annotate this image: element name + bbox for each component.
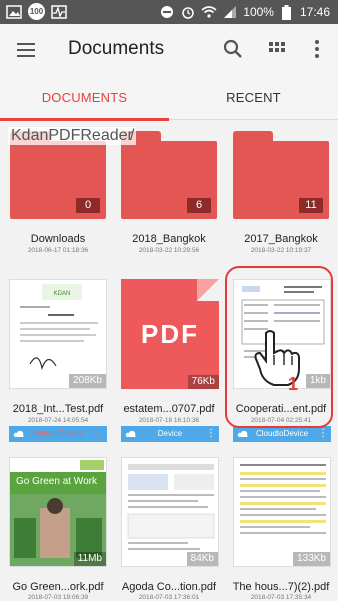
folder-count: 11: [299, 198, 323, 213]
file-name: The hous...7)(2).pdf: [232, 581, 330, 593]
file-size: 76Kb: [187, 375, 219, 389]
tap-hand-icon: [252, 329, 308, 387]
document-preview-icon: KDAN: [20, 284, 98, 371]
grid-view-icon[interactable]: [264, 36, 290, 62]
storage-badge[interactable]: CloudtoDevice ⋮: [233, 426, 331, 442]
path-overlay: /: [130, 127, 135, 144]
battery-icon: [279, 4, 295, 20]
storage-label: Device: [157, 429, 183, 438]
storage-badge[interactable]: Device ⋮: [121, 426, 219, 442]
file-size: 208Kb: [69, 374, 106, 388]
cloud-icon: [13, 428, 25, 440]
folder-count: 6: [187, 198, 211, 213]
dnd-icon: [159, 4, 175, 20]
file-name: Go Green...ork.pdf: [12, 581, 104, 593]
cloud-icon: [125, 428, 137, 440]
image-icon: [6, 4, 22, 20]
document-preview-icon: [10, 458, 106, 566]
notification-count-icon: 100: [28, 3, 45, 20]
file-thumbnail[interactable]: PDF 76Kb: [121, 279, 219, 389]
file-date: 2018-07-03 17:35:34: [250, 594, 312, 601]
signal-icon: [222, 4, 238, 20]
file-thumbnail[interactable]: 84Kb: [121, 457, 219, 567]
clock: 17:46: [299, 5, 330, 19]
storage-label: LastestDevice: [32, 429, 84, 438]
tab-bar: DOCUMENTS RECENT: [0, 76, 338, 120]
file-date: 2018-07-03 19:06:39: [27, 594, 89, 601]
file-size: 84Kb: [186, 552, 218, 566]
tab-documents[interactable]: DOCUMENTS: [0, 76, 169, 120]
alarm-icon: [180, 4, 196, 20]
pulse-icon: [51, 4, 67, 20]
app-bar: Documents: [0, 24, 338, 76]
more-vert-icon[interactable]: ⋮: [206, 426, 216, 442]
tab-recent[interactable]: RECENT: [169, 76, 338, 120]
folder-name: 2018_Bangkok: [132, 233, 206, 245]
search-icon[interactable]: [220, 36, 246, 62]
folder-2017-bangkok[interactable]: 11: [233, 131, 329, 221]
folder-date: 2018-03-22 10:19:37: [250, 247, 312, 254]
documents-grid: 0 6 11 KdanPDFReader / Downloads 2018-06…: [0, 121, 338, 601]
more-vert-icon[interactable]: ⋮: [318, 426, 328, 442]
document-preview-icon: [240, 464, 326, 534]
file-name: Agoda Co...tion.pdf: [121, 581, 217, 593]
document-preview-icon: [127, 464, 215, 550]
more-vert-icon[interactable]: ⋮: [94, 426, 104, 442]
file-date: 2018-07-18 16:10:36: [138, 417, 200, 424]
file-date: 2018-07-03 17:36:01: [138, 594, 200, 601]
page-title: Documents: [68, 38, 165, 59]
more-vert-icon[interactable]: [304, 36, 330, 62]
status-bar: 100 100% 17:46: [0, 0, 338, 24]
file-name: 2018_Int...Test.pdf: [12, 403, 104, 415]
folder-date: 2018-03-22 10:29:56: [138, 247, 200, 254]
file-thumbnail[interactable]: 133Kb: [233, 457, 331, 567]
thumbnail-title: Go Green at Work: [16, 476, 97, 487]
battery-percentage: 100%: [243, 5, 274, 19]
file-name: estatem...0707.pdf: [123, 403, 215, 415]
app-name-overlay: KdanPDFReader: [8, 127, 136, 145]
file-size: 11Mb: [73, 552, 106, 566]
page-fold-icon: [197, 279, 219, 301]
file-date: 2018-07-24 14:05:54: [27, 417, 89, 424]
storage-badge[interactable]: LastestDevice ⋮: [9, 426, 107, 442]
folder-name: Downloads: [30, 233, 86, 245]
menu-icon[interactable]: [14, 37, 40, 63]
file-thumbnail[interactable]: KDAN 208Kb: [9, 279, 107, 389]
folder-count: 0: [76, 198, 100, 213]
file-thumbnail[interactable]: Go Green at Work 11Mb: [9, 457, 107, 567]
step-number: 1: [288, 374, 299, 394]
cloud-icon: [237, 428, 249, 440]
wifi-icon: [201, 4, 217, 20]
folder-name: 2017_Bangkok: [244, 233, 318, 245]
storage-label: CloudtoDevice: [255, 429, 309, 438]
pdf-label: PDF: [141, 319, 199, 349]
folder-date: 2018-06-17 01:18:36: [27, 247, 89, 254]
svg-text:KDAN: KDAN: [54, 291, 71, 297]
file-size: 133Kb: [293, 552, 330, 566]
